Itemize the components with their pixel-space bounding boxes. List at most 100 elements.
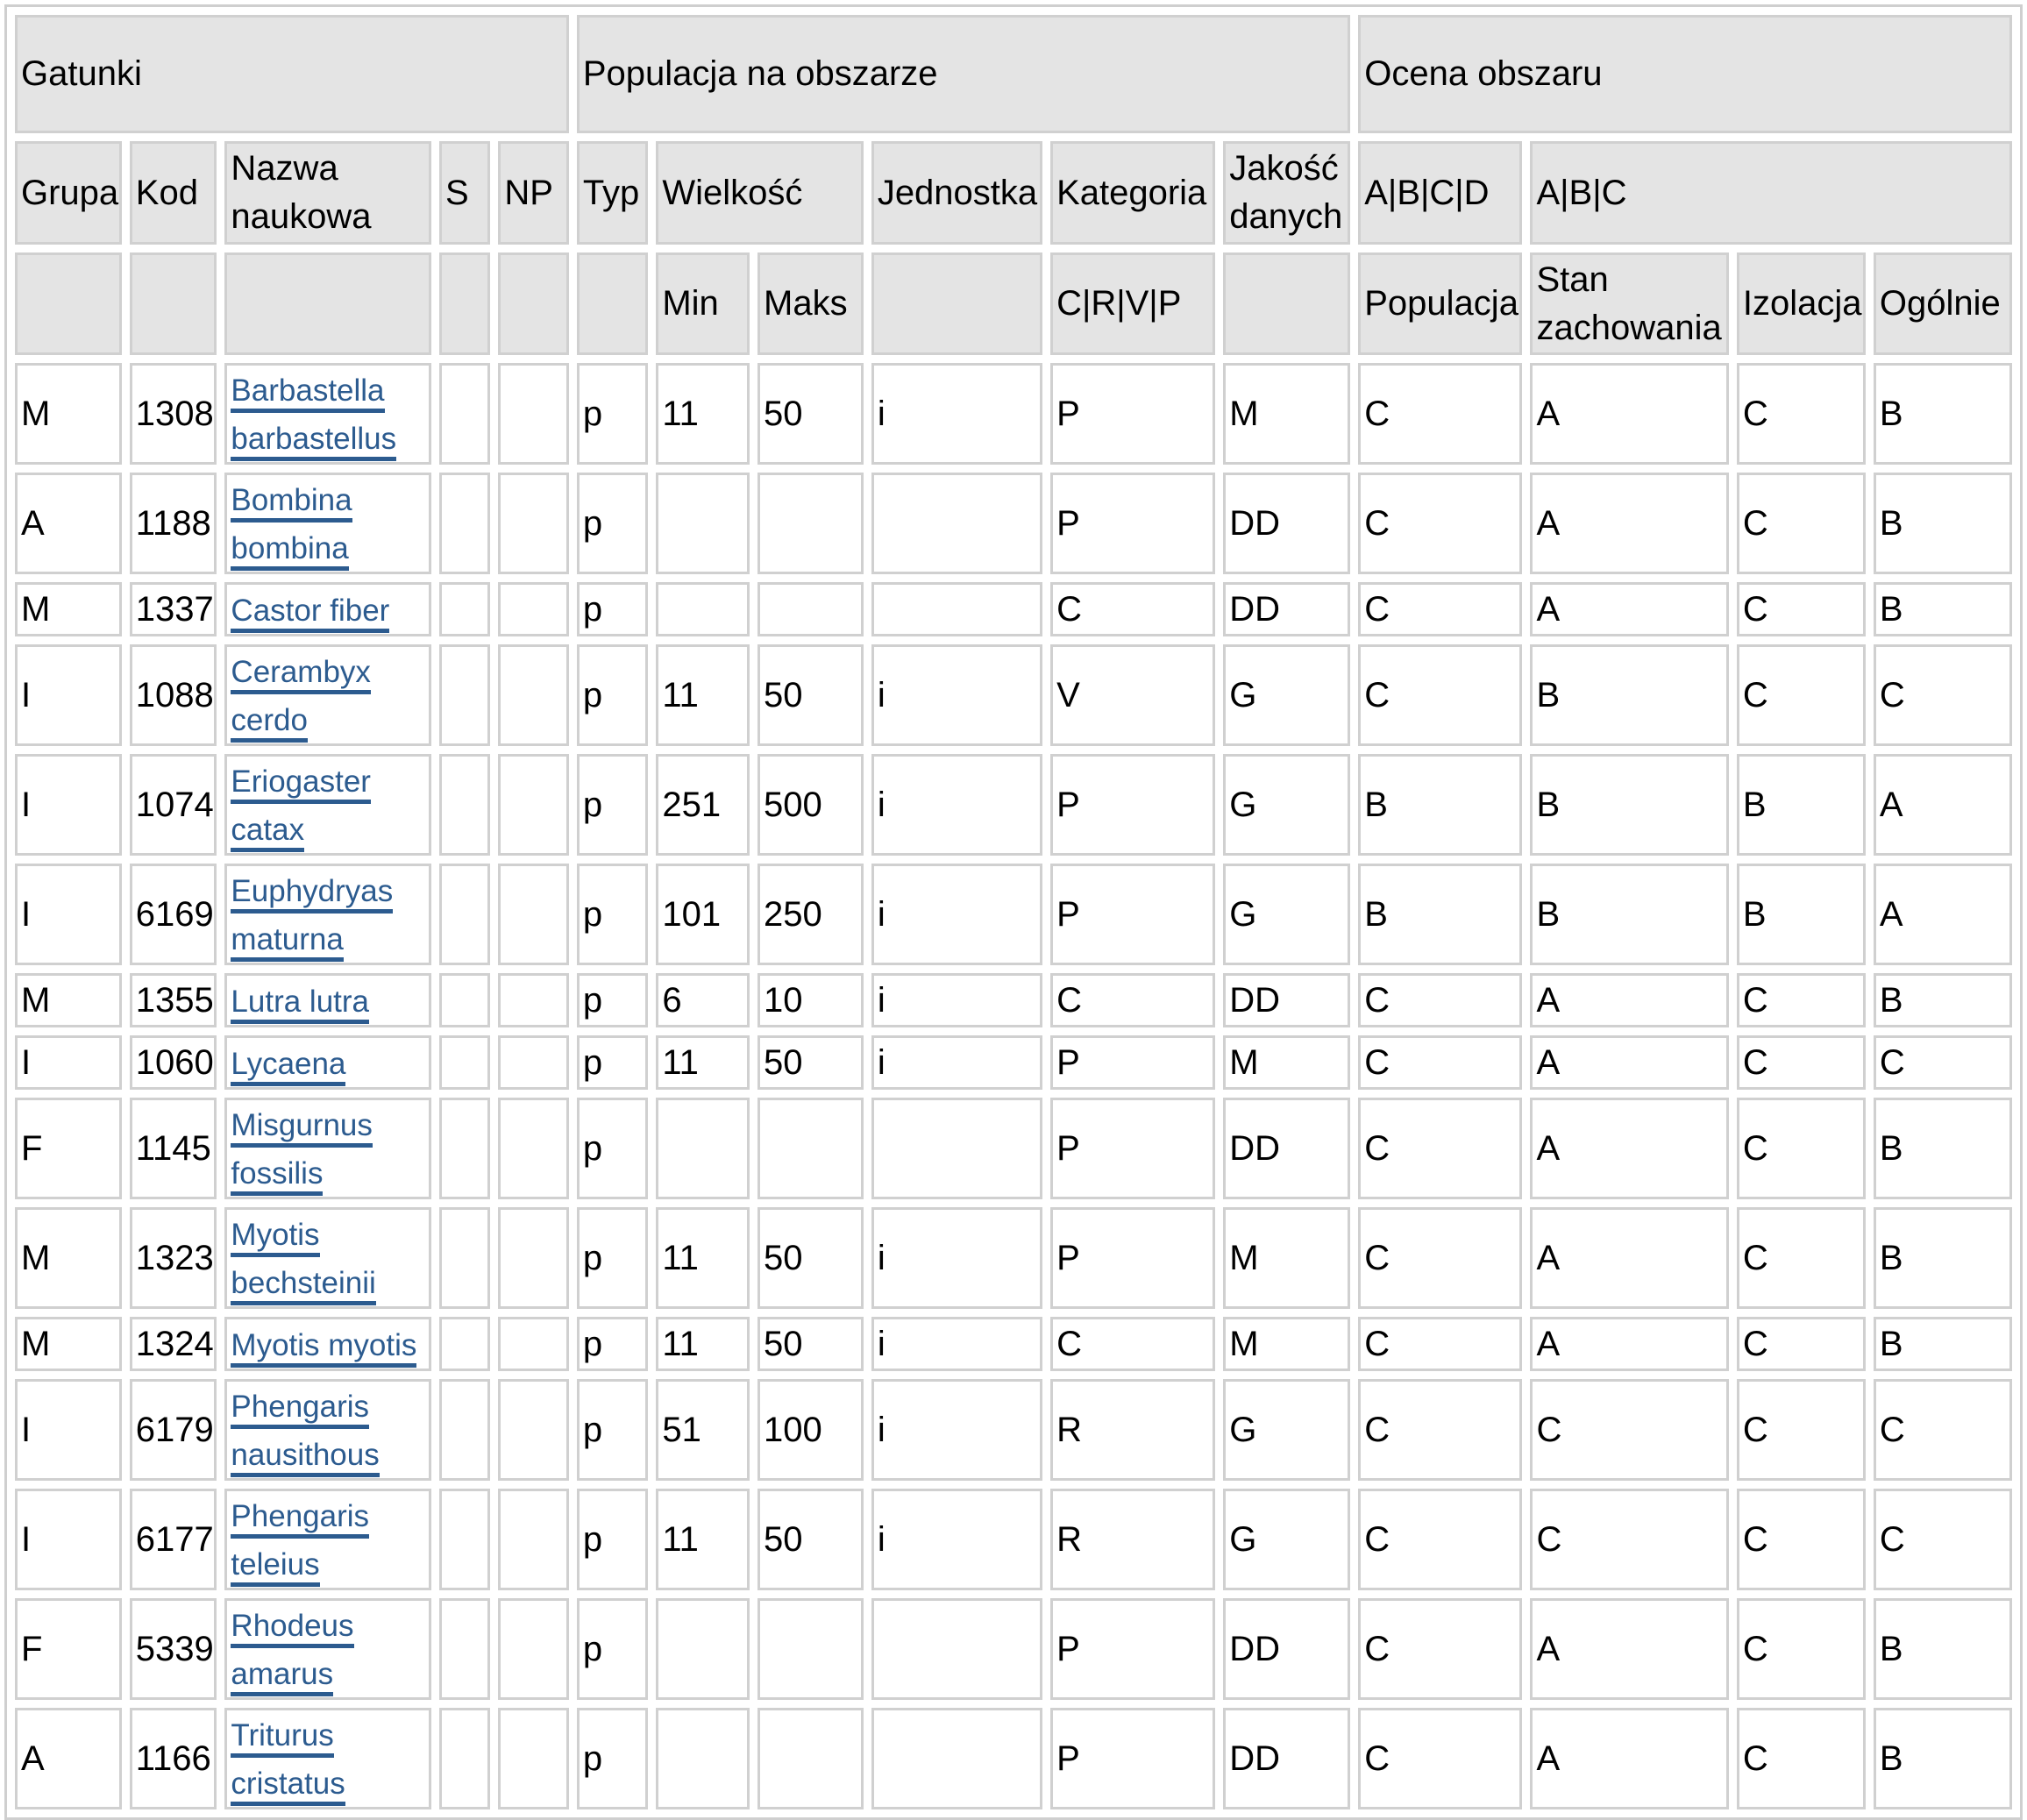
header-stan-line2: zachowania [1536,308,1722,347]
species-link[interactable]: cristatus [231,1767,345,1806]
cell-kategoria: P [1050,1035,1216,1090]
cell-kod: 6179 [129,1379,217,1481]
species-link[interactable]: Barbastella [231,373,385,413]
cell-jednostka: i [871,864,1043,965]
cell-maks: 50 [757,1207,864,1309]
species-link[interactable]: Rhodeus [231,1609,354,1648]
species-link[interactable]: Phengaris [231,1390,370,1429]
species-link[interactable]: Misgurnus [231,1108,373,1148]
cell-populacja: C [1358,1489,1523,1590]
header-jakosc-line2: danych [1229,197,1343,236]
species-link[interactable]: Myotis [231,1218,320,1257]
cell-typ: p [576,864,649,965]
cell-min: 11 [656,1207,750,1309]
cell-maks: 250 [757,864,864,965]
species-link[interactable]: barbastellus [231,422,397,461]
table-row: I 6169 Euphydryas maturna p 101 250 i P G B B B A [15,864,2012,965]
cell-jednostka: i [871,363,1043,465]
cell-izolacja: C [1736,1708,1866,1809]
species-link[interactable]: Castor fiber [231,593,390,633]
species-link[interactable]: Cerambyx [231,655,371,694]
cell-grupa: A [15,473,122,574]
species-link[interactable]: maturna [231,922,344,962]
cell-jakosc: M [1223,1207,1351,1309]
cell-min: 11 [656,644,750,746]
species-link[interactable]: Myotis myotis [231,1327,417,1368]
cell-min [656,1598,750,1700]
cell-kategoria: C [1050,1317,1216,1371]
cell-min [656,582,750,636]
cell-populacja: C [1358,363,1523,465]
cell-jakosc: M [1223,1317,1351,1371]
cell-np [498,973,569,1027]
species-link[interactable]: Eriogaster [231,764,371,804]
cell-np [498,754,569,856]
cell-populacja: C [1358,1207,1523,1309]
species-link[interactable]: Bombina [231,483,352,523]
species-link[interactable]: cerdo [231,703,308,743]
species-link[interactable]: fossilis [231,1156,324,1196]
cell-kategoria: C [1050,973,1216,1027]
cell-grupa: I [15,864,122,965]
species-link[interactable]: Triturus [231,1718,334,1758]
cell-izolacja: C [1736,1207,1866,1309]
cell-maks: 50 [757,363,864,465]
cell-maks: 50 [757,1035,864,1090]
species-link[interactable]: bechsteinii [231,1266,376,1305]
species-link[interactable]: Lutra lutra [231,984,370,1024]
cell-ogolnie: A [1873,864,2012,965]
species-link[interactable]: catax [231,813,305,852]
header-row-1: Gatunki Populacja na obszarze Ocena obsz… [15,15,2012,133]
table-row: M 1324 Myotis myotis p 11 50 i C M C A C B [15,1317,2012,1371]
cell-stan: A [1530,973,1729,1027]
cell-np [498,363,569,465]
cell-izolacja: C [1736,1489,1866,1590]
header-np: NP [498,141,569,245]
cell-typ: p [576,754,649,856]
cell-nazwa-naukowa: Triturus cristatus [224,1708,431,1809]
cell-kod: 1355 [129,973,217,1027]
cell-izolacja: B [1736,864,1866,965]
header-ocena-obszaru: Ocena obszaru [1358,15,2012,133]
species-link[interactable]: amarus [231,1657,334,1696]
cell-kod: 1188 [129,473,217,574]
header-crvp: C|R|V|P [1050,252,1216,355]
cell-ogolnie: A [1873,754,2012,856]
header-grupa: Grupa [15,141,122,245]
cell-jednostka: i [871,973,1043,1027]
species-link[interactable]: teleius [231,1547,320,1587]
cell-kategoria: C [1050,582,1216,636]
cell-jednostka [871,1598,1043,1700]
cell-kod: 1088 [129,644,217,746]
cell-ogolnie: B [1873,973,2012,1027]
cell-populacja: C [1358,1035,1523,1090]
cell-typ: p [576,363,649,465]
cell-izolacja: C [1736,473,1866,574]
cell-grupa: I [15,1379,122,1481]
species-link[interactable]: Phengaris [231,1499,370,1539]
cell-np [498,1098,569,1199]
cell-typ: p [576,1317,649,1371]
table-row: F 1145 Misgurnus fossilis p P DD C A C B [15,1098,2012,1199]
cell-stan: B [1530,754,1729,856]
cell-typ: p [576,1207,649,1309]
cell-np [498,1598,569,1700]
cell-s [438,1379,491,1481]
cell-izolacja: C [1736,1379,1866,1481]
header-maks: Maks [757,252,864,355]
cell-jakosc: DD [1223,973,1351,1027]
cell-ogolnie: B [1873,1598,2012,1700]
cell-min: 251 [656,754,750,856]
species-link[interactable]: Lycaena dispar [231,1046,346,1087]
species-link[interactable]: nausithous [231,1438,380,1477]
header-jakosc-danych: Jakość danych [1223,141,1351,245]
cell-jednostka: i [871,754,1043,856]
cell-typ: p [576,1098,649,1199]
cell-stan: B [1530,864,1729,965]
species-link[interactable]: bombina [231,531,349,571]
header-nazwa-line2: naukowa [231,197,372,236]
cell-nazwa-naukowa: Castor fiber [224,582,431,636]
cell-izolacja: C [1736,363,1866,465]
table-row: I 6179 Phengaris nausithous p 51 100 i R G C C C C [15,1379,2012,1481]
species-link[interactable]: Euphydryas [231,874,394,914]
